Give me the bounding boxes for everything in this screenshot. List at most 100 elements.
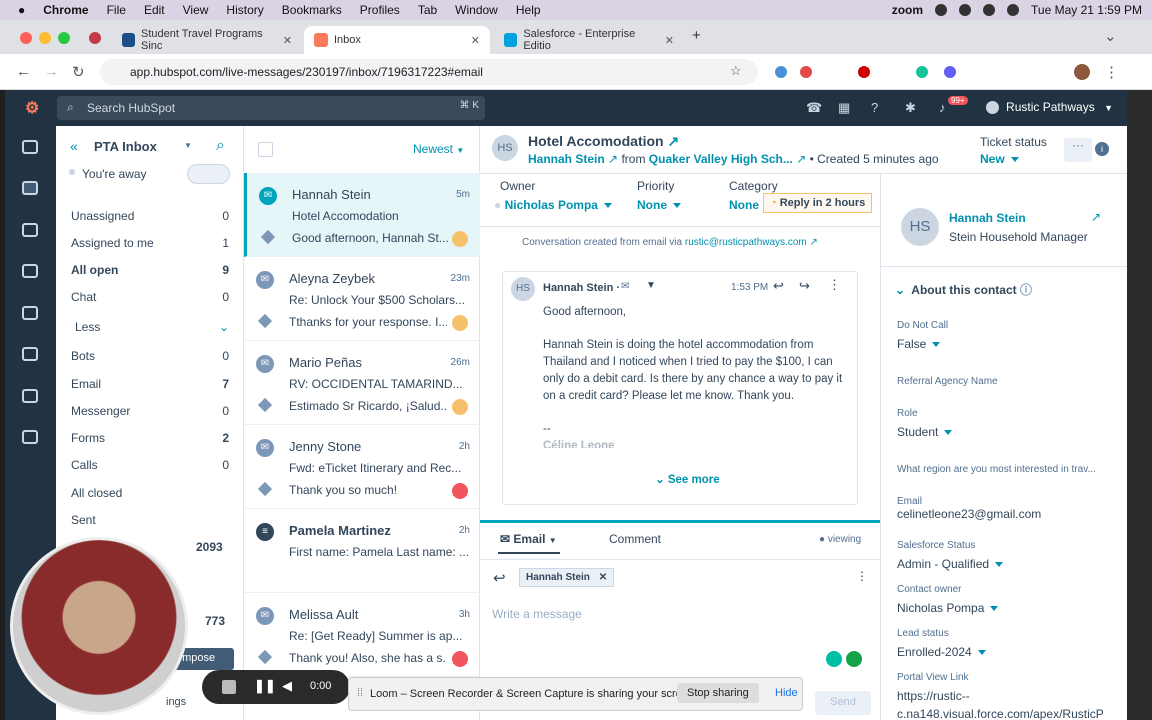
prop-value-dropdown[interactable]: False	[897, 337, 941, 351]
help-icon[interactable]: ?	[871, 100, 878, 115]
send-button[interactable]: Send	[815, 691, 871, 715]
menu-history[interactable]: History	[226, 3, 263, 17]
menu-tab[interactable]: Tab	[418, 3, 437, 17]
tab-inbox[interactable]: Inbox ✕	[304, 26, 490, 54]
minimize-window-button[interactable]	[39, 32, 51, 44]
sidebar-item-forms[interactable]: Forms 2	[71, 431, 229, 445]
see-more-link[interactable]: ⌄ See more	[655, 472, 720, 486]
sidebar-item-calls[interactable]: Calls 0	[71, 458, 229, 472]
phone-icon[interactable]: ☎	[806, 100, 822, 116]
tab-salesforce[interactable]: Salesforce - Enterprise Editio ✕	[494, 26, 684, 54]
clock[interactable]: Tue May 21 1:59 PM	[1031, 3, 1142, 17]
list-item[interactable]: ✉ Hannah Stein 5m Hotel Accomodation Goo…	[244, 173, 480, 257]
sidebar-item-assigned-to-me[interactable]: Assigned to me 1	[71, 236, 229, 250]
company-link[interactable]: Quaker Valley High Sch...	[649, 152, 793, 166]
reload-button[interactable]: ↻	[72, 63, 85, 81]
ticket-status-dropdown[interactable]: New	[980, 152, 1019, 166]
priority-dropdown[interactable]: None	[637, 198, 681, 212]
sidebar-item-bots[interactable]: Bots 0	[71, 349, 229, 363]
search-icon[interactable]: ⌕	[216, 137, 225, 155]
grammarly-icon[interactable]	[935, 4, 948, 16]
owner-dropdown[interactable]: ● Nicholas Pompa	[494, 198, 612, 212]
marketing-icon[interactable]	[22, 223, 38, 237]
prop-value-dropdown[interactable]: Admin - Qualified	[897, 557, 1004, 571]
loom-extension-icon[interactable]	[944, 66, 956, 78]
avatar[interactable]	[1074, 64, 1090, 80]
extension-icon[interactable]	[775, 66, 787, 78]
portal-link-line-2[interactable]: c.na148.visual.force.com/apex/RusticP	[897, 707, 1104, 720]
menu-window[interactable]: Window	[455, 3, 498, 17]
sidebar-item-sent[interactable]: Sent	[71, 513, 229, 527]
sort-dropdown[interactable]: Newest ▼	[413, 142, 464, 156]
availability-toggle[interactable]	[187, 164, 230, 184]
info-icon[interactable]: i	[1095, 142, 1109, 156]
stop-sharing-button[interactable]: Stop sharing	[677, 683, 759, 703]
close-window-button[interactable]	[20, 32, 32, 44]
back-button[interactable]: ←	[16, 63, 31, 80]
list-item[interactable]: ✉ Mario Peñas 26m RV: OCCIDENTAL TAMARIN…	[244, 341, 480, 425]
reply-icon[interactable]: ↩	[773, 278, 784, 294]
contact-name-link[interactable]: Hannah Stein	[949, 211, 1026, 225]
reply-icon[interactable]: ↩	[493, 569, 506, 587]
wifi-icon[interactable]	[983, 4, 996, 16]
sidebar-item-messenger[interactable]: Messenger 0	[71, 404, 229, 418]
contact-link[interactable]: Hannah Stein	[528, 152, 605, 166]
content-icon[interactable]	[22, 264, 38, 278]
commerce-icon[interactable]	[22, 306, 38, 320]
hubspot-logo-icon[interactable]: ⚙	[25, 98, 39, 118]
inbox-settings-link[interactable]: ings	[166, 696, 186, 708]
prop-value-dropdown[interactable]: Student	[897, 425, 953, 439]
apple-icon[interactable]: ●	[18, 3, 25, 17]
extension-icon[interactable]	[800, 66, 812, 78]
gear-icon[interactable]: ✱	[905, 100, 916, 116]
grammarly-extension-icon[interactable]	[916, 66, 928, 78]
tab-student-travel[interactable]: Student Travel Programs Sinc ✕	[112, 26, 302, 54]
sidebar-item-unassigned[interactable]: Unassigned 0	[71, 209, 229, 223]
bell-icon[interactable]: ♪	[939, 100, 946, 115]
list-item[interactable]: ≡ Pamela Martinez 2h First name: Pamela …	[244, 509, 480, 593]
reports-icon[interactable]	[22, 389, 38, 403]
pause-icon[interactable]: ❚❚	[254, 678, 276, 694]
ticket-title[interactable]: Hotel Accomodation ↗	[528, 133, 679, 150]
inbox-title[interactable]: PTA Inbox	[94, 139, 157, 154]
menu-edit[interactable]: Edit	[144, 3, 165, 17]
message-input[interactable]: Write a message	[492, 607, 582, 621]
vpn-icon[interactable]	[959, 4, 972, 16]
menu-help[interactable]: Help	[516, 3, 541, 17]
sidebar-item-email[interactable]: Email 7	[71, 377, 229, 391]
forward-icon[interactable]: ↪	[799, 278, 810, 294]
maximize-window-button[interactable]	[58, 32, 70, 44]
pdf-extension-icon[interactable]	[858, 66, 870, 78]
marketplace-icon[interactable]: ▦	[838, 100, 850, 116]
portal-link-line-1[interactable]: https://rustic--	[897, 689, 970, 703]
collapse-icon[interactable]: «	[70, 138, 78, 154]
webcam-bubble[interactable]	[10, 537, 188, 715]
more-icon[interactable]: ⋮	[828, 277, 841, 293]
automation-icon[interactable]	[22, 347, 38, 361]
library-icon[interactable]	[22, 430, 38, 444]
menu-bookmarks[interactable]: Bookmarks	[282, 3, 342, 17]
forward-button[interactable]: →	[44, 63, 59, 80]
menu-view[interactable]: View	[183, 3, 209, 17]
stop-recording-icon[interactable]	[222, 680, 236, 694]
sidebar-item-all-open[interactable]: All open 9	[71, 263, 229, 277]
close-tab-icon[interactable]: ✕	[471, 34, 480, 47]
menu-file[interactable]: File	[107, 3, 126, 17]
new-tab-button[interactable]: +	[692, 27, 701, 44]
more-actions-button[interactable]: ···	[1064, 138, 1092, 162]
sidebar-item-all-closed[interactable]: All closed	[71, 486, 229, 500]
bookmark-star-icon[interactable]: ☆	[730, 63, 742, 79]
select-all-checkbox[interactable]	[258, 142, 273, 157]
chrome-menu-icon[interactable]: ⋮	[1104, 63, 1119, 81]
chevron-down-icon[interactable]: ▼	[646, 280, 656, 291]
ai-assist-icon[interactable]	[826, 651, 842, 667]
recipient-chip[interactable]: Hannah Stein ✕	[519, 568, 615, 587]
profile-icon[interactable]	[89, 32, 101, 44]
search-input[interactable]: ⌕ Search HubSpot ⌘ K	[57, 96, 485, 120]
list-item[interactable]: ✉ Jenny Stone 2h Fwd: eTicket Itinerary …	[244, 425, 480, 509]
tab-search-icon[interactable]: ⌄	[1104, 27, 1117, 45]
prop-value-email[interactable]: celinetleone23@gmail.com	[897, 507, 1041, 521]
sidebar-item-chat[interactable]: Chat 0	[71, 290, 229, 304]
more-icon[interactable]: ⋮	[856, 569, 868, 583]
account-menu[interactable]: Rustic Pathways ▼	[985, 100, 1113, 115]
